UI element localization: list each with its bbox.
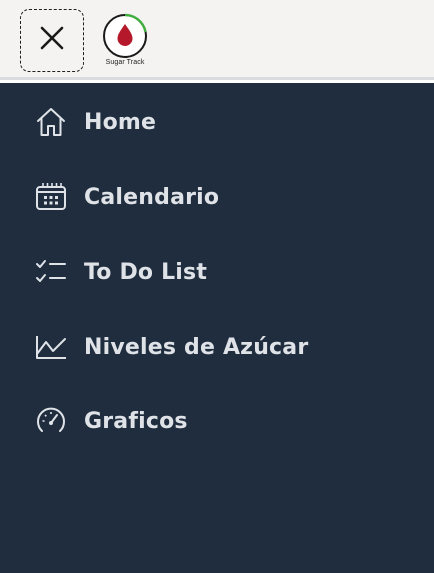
top-bar: Sugar Track xyxy=(0,0,434,80)
gauge-icon xyxy=(34,402,72,440)
sidebar-item-label: To Do List xyxy=(84,259,208,285)
close-button[interactable] xyxy=(20,9,84,72)
sidebar-item-label: Graficos xyxy=(84,408,188,434)
sidebar-menu: Home Calendario To Do List Niveles de Az… xyxy=(0,83,434,573)
calendar-icon xyxy=(34,178,72,216)
sidebar-item-to-do-list[interactable]: To Do List xyxy=(34,252,207,292)
blood-drop-icon xyxy=(98,12,152,58)
sidebar-item-home[interactable]: Home xyxy=(34,102,156,142)
app-window: Sugar Track Home Calendario To Do List N… xyxy=(0,0,434,573)
home-icon xyxy=(34,103,72,141)
logo-text: Sugar Track xyxy=(105,59,145,66)
sidebar-item-graficos[interactable]: Graficos xyxy=(34,401,188,441)
sidebar-item-label: Home xyxy=(84,109,157,135)
sidebar-item-label: Niveles de Azúcar xyxy=(84,334,309,360)
line-chart-icon xyxy=(34,328,72,366)
close-icon xyxy=(39,25,65,56)
sidebar-item-calendario[interactable]: Calendario xyxy=(34,177,219,217)
checklist-icon xyxy=(34,253,72,291)
app-logo: Sugar Track xyxy=(98,12,152,70)
sidebar-item-label: Calendario xyxy=(84,184,220,210)
sidebar-item-niveles-de-azucar[interactable]: Niveles de Azúcar xyxy=(34,327,308,367)
